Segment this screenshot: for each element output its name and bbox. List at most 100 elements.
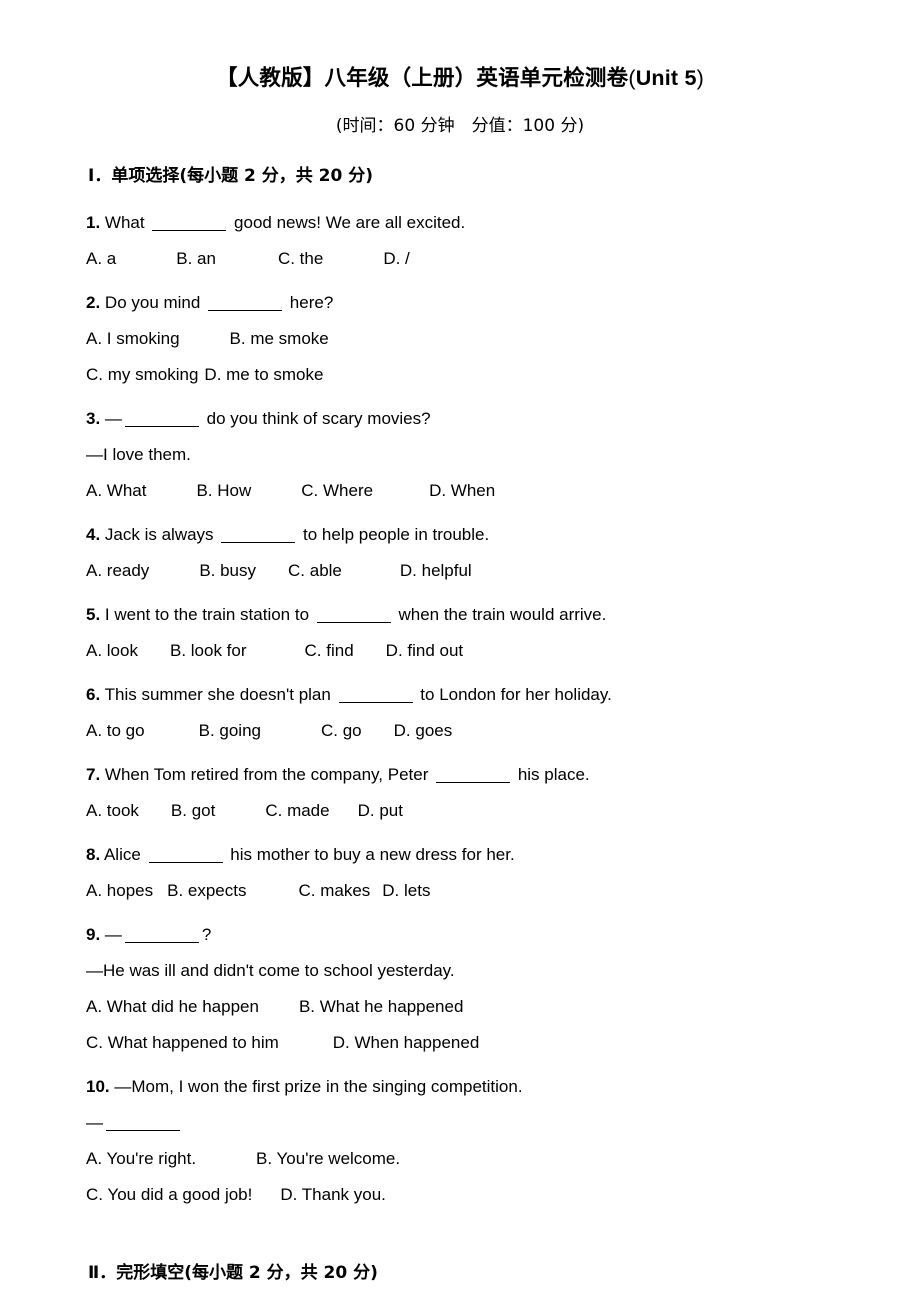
question-number: 2. xyxy=(86,292,101,312)
question-stem: 3. — do you think of scary movies? xyxy=(0,383,920,427)
option-choice[interactable]: C. find xyxy=(305,642,354,659)
answer-blank[interactable] xyxy=(316,605,391,623)
title-open-paren: ( xyxy=(628,66,636,90)
answer-blank[interactable] xyxy=(208,293,283,311)
question-number: 8. xyxy=(86,844,101,864)
question-text-after-blank: his place. xyxy=(513,764,590,784)
option-choice[interactable]: B. got xyxy=(171,802,215,819)
question-stem: 9. —? xyxy=(0,899,920,943)
option-choice[interactable]: C. makes xyxy=(298,882,370,899)
option-choice[interactable]: A. You're right. xyxy=(86,1150,196,1167)
question-text-before-blank: — xyxy=(100,924,122,944)
option-choice[interactable]: A. ready xyxy=(86,562,149,579)
question-text-before-blank: This summer she doesn't plan xyxy=(100,684,336,704)
question-text-after-blank: good news! We are all excited. xyxy=(229,212,466,232)
option-choice[interactable]: C. What happened to him xyxy=(86,1034,279,1051)
option-choice[interactable]: B. look for xyxy=(170,642,247,659)
answer-blank[interactable] xyxy=(124,925,199,943)
option-choice[interactable]: B. busy xyxy=(199,562,256,579)
question-text-after-blank: to help people in trouble. xyxy=(298,524,490,544)
option-choice[interactable]: B. expects xyxy=(167,882,246,899)
option-choice[interactable]: C. Where xyxy=(301,482,373,499)
question-number: 5. xyxy=(86,604,101,624)
option-choice[interactable]: D. put xyxy=(358,802,403,819)
question-stem: 6. This summer she doesn't plan to Londo… xyxy=(0,659,920,703)
option-choice[interactable]: C. my smoking xyxy=(86,366,198,383)
question-text-after-blank: here? xyxy=(285,292,334,312)
question-extra-line: —I love them. xyxy=(86,444,191,464)
option-choice[interactable]: C. go xyxy=(321,722,362,739)
option-row: A. What did he happen B. What he happened xyxy=(0,979,920,1015)
exam-page: 【人教版】八年级（上册）英语单元检测卷(Unit 5) (时间：60 分钟 分值… xyxy=(0,0,920,1302)
option-choice[interactable]: D. / xyxy=(383,250,409,267)
answer-dash-line: — xyxy=(0,1095,920,1131)
question-text-before-blank: When Tom retired from the company, Peter xyxy=(100,764,434,784)
question-number: 3. xyxy=(86,408,101,428)
option-choice[interactable]: A. took xyxy=(86,802,139,819)
section-2-dot: ． xyxy=(99,1262,117,1283)
page-title: 【人教版】八年级（上册）英语单元检测卷(Unit 5) xyxy=(0,0,920,92)
question-number: 10. xyxy=(86,1076,110,1096)
option-choice[interactable]: D. find out xyxy=(386,642,464,659)
section-1-label: 单项选择(每小题 2 分，共 20 分) xyxy=(111,166,374,187)
option-choice[interactable]: A. to go xyxy=(86,722,145,739)
question-text-before-blank: I went to the train station to xyxy=(100,604,314,624)
title-unit: Unit 5 xyxy=(635,66,697,90)
option-choice[interactable]: C. You did a good job! xyxy=(86,1186,252,1203)
option-choice[interactable]: B. going xyxy=(199,722,261,739)
option-choice[interactable]: D. When happened xyxy=(333,1034,480,1051)
option-choice[interactable]: D. goes xyxy=(394,722,453,739)
question-text-before-blank: What xyxy=(100,212,150,232)
question-stem: 8. Alice his mother to buy a new dress f… xyxy=(0,819,920,863)
option-choice[interactable]: B. What he happened xyxy=(299,998,463,1015)
question-list: 1. What good news! We are all excited. A.… xyxy=(0,187,920,1203)
question-text-after-blank: his mother to buy a new dress for her. xyxy=(225,844,515,864)
answer-blank[interactable] xyxy=(338,685,413,703)
option-choice[interactable]: D. me to smoke xyxy=(204,366,323,383)
option-choice[interactable]: B. me smoke xyxy=(230,330,329,347)
question-text-after-blank: to London for her holiday. xyxy=(415,684,612,704)
option-choice[interactable]: A. What did he happen xyxy=(86,998,259,1015)
option-choice[interactable]: D. Thank you. xyxy=(280,1186,386,1203)
question-number: 1. xyxy=(86,212,101,232)
option-row: A. ready B. busy C. able D. helpful xyxy=(0,543,920,579)
option-choice[interactable]: D. When xyxy=(429,482,495,499)
answer-blank[interactable] xyxy=(152,213,227,231)
answer-blank[interactable] xyxy=(148,845,223,863)
question-text-before-blank: Do you mind xyxy=(100,292,206,312)
question-extra-line: —He was ill and didn't come to school ye… xyxy=(86,960,455,980)
option-choice[interactable]: B. an xyxy=(176,250,216,267)
option-choice[interactable]: D. lets xyxy=(382,882,430,899)
option-row: A. I smoking B. me smoke xyxy=(0,311,920,347)
option-row: C. my smoking D. me to smoke xyxy=(0,347,920,383)
option-choice[interactable]: A. look xyxy=(86,642,138,659)
question-number: 6. xyxy=(86,684,101,704)
option-row: A. look B. look for C. find D. find out xyxy=(0,623,920,659)
option-choice[interactable]: A. hopes xyxy=(86,882,153,899)
exam-meta-subtitle: (时间：60 分钟 分值：100 分) xyxy=(335,115,585,136)
option-choice[interactable]: A. What xyxy=(86,482,146,499)
option-choice[interactable]: A. a xyxy=(86,250,116,267)
answer-blank[interactable] xyxy=(106,1113,180,1131)
option-row: A. to go B. going C. go D. goes xyxy=(0,703,920,739)
option-row: C. You did a good job! D. Thank you. xyxy=(0,1167,920,1203)
option-choice[interactable]: C. the xyxy=(278,250,323,267)
option-choice[interactable]: A. I smoking xyxy=(86,330,180,347)
answer-blank[interactable] xyxy=(124,409,199,427)
option-choice[interactable]: B. How xyxy=(196,482,251,499)
option-choice[interactable]: C. made xyxy=(265,802,329,819)
question-text-after-blank: do you think of scary movies? xyxy=(201,408,431,428)
answer-blank[interactable] xyxy=(221,525,296,543)
question-stem: 1. What good news! We are all excited. xyxy=(0,187,920,231)
question-stem: 4. Jack is always to help people in trou… xyxy=(0,499,920,543)
section-1-dot: ． xyxy=(94,166,112,187)
option-choice[interactable]: C. able xyxy=(288,562,342,579)
answer-blank[interactable] xyxy=(436,765,511,783)
option-row: C. What happened to him D. When happened xyxy=(0,1015,920,1051)
section-2-roman: Ⅱ xyxy=(88,1262,100,1283)
question-stem: 10. —Mom, I won the first prize in the s… xyxy=(0,1051,920,1095)
question-stem: 5. I went to the train station to when t… xyxy=(0,579,920,623)
question-text-before-blank: —Mom, I won the first prize in the singi… xyxy=(109,1076,523,1096)
option-choice[interactable]: B. You're welcome. xyxy=(256,1150,400,1167)
option-choice[interactable]: D. helpful xyxy=(400,562,472,579)
